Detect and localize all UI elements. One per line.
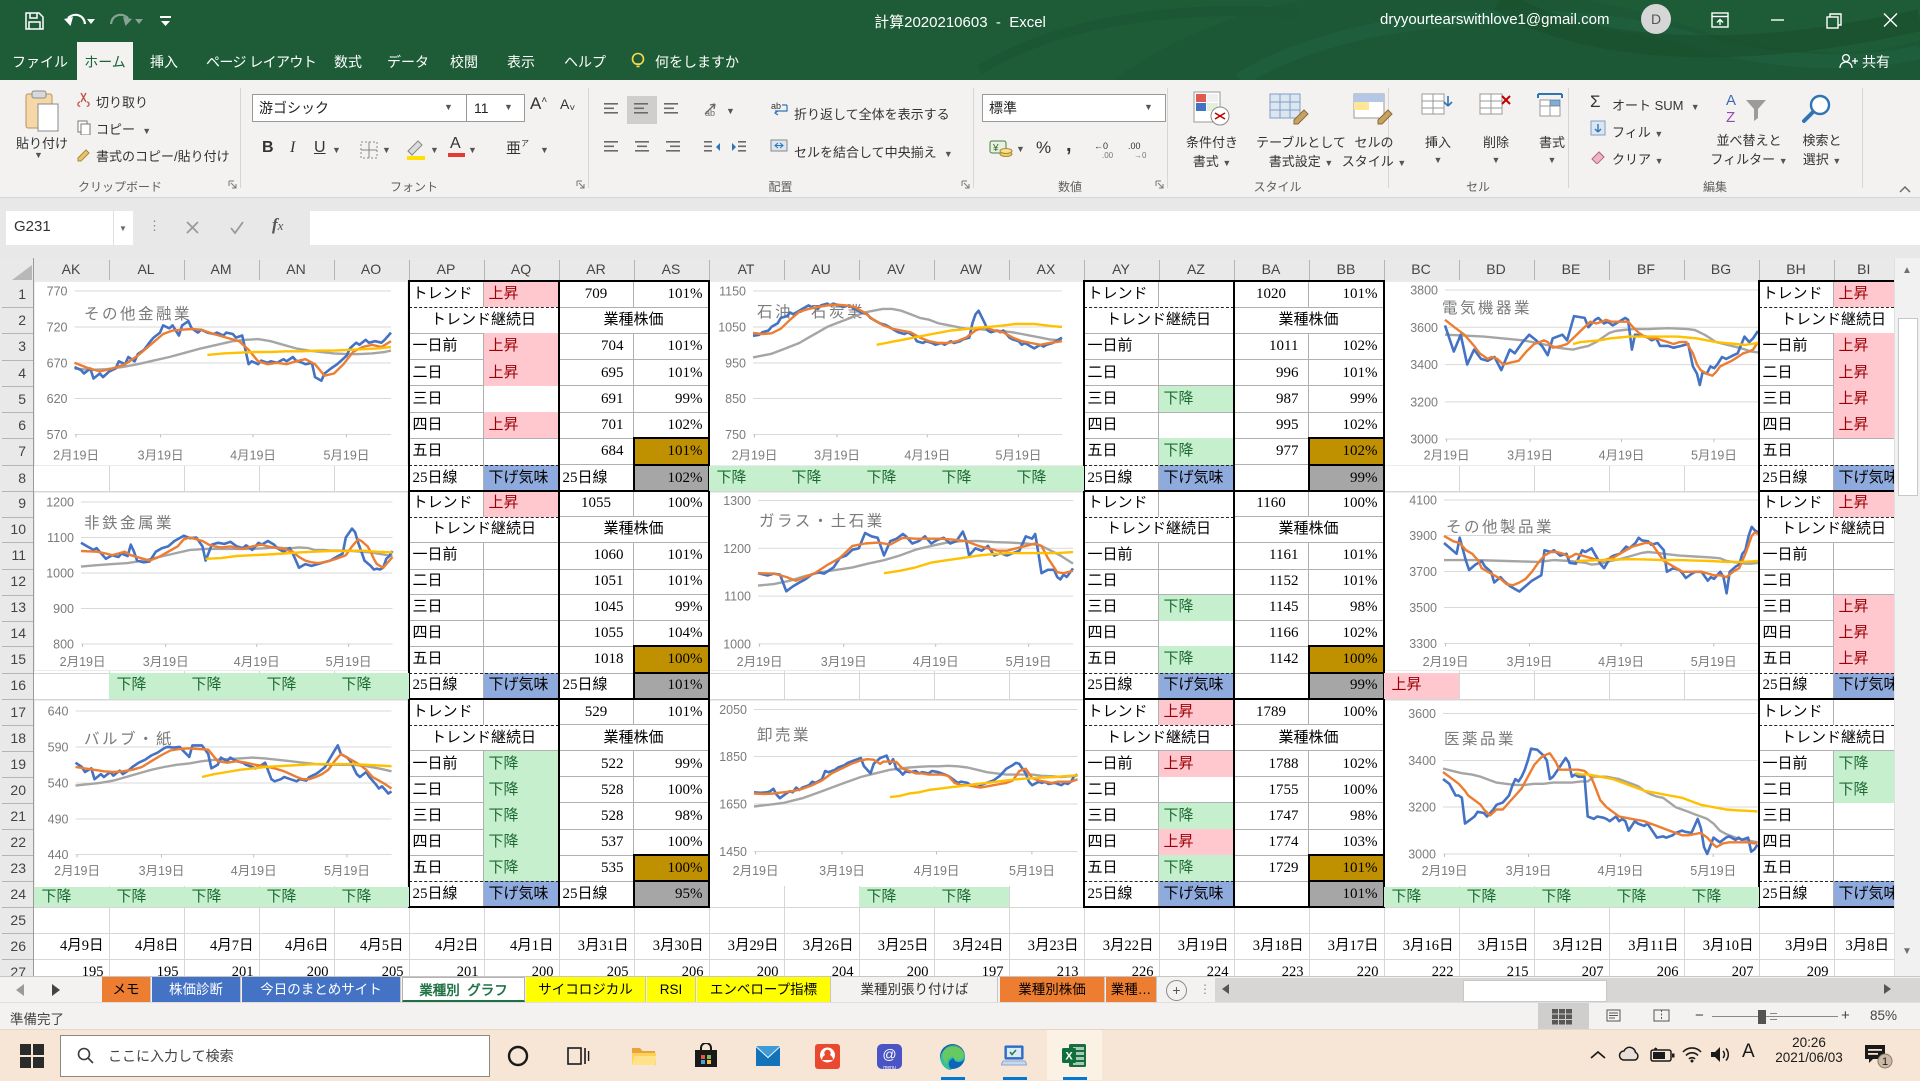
- svg-text:その他製品業: その他製品業: [1446, 518, 1554, 536]
- svg-text:3400: 3400: [1408, 754, 1436, 768]
- svg-text:620: 620: [46, 392, 67, 406]
- svg-text:670: 670: [46, 357, 67, 371]
- svg-text:→0: →0: [1134, 151, 1147, 160]
- svg-text:1650: 1650: [719, 797, 747, 811]
- svg-text:3月19日: 3月19日: [820, 655, 866, 669]
- svg-text:4月19日: 4月19日: [233, 655, 279, 669]
- svg-text:1850: 1850: [719, 750, 747, 764]
- svg-text:4月19日: 4月19日: [1598, 655, 1644, 669]
- svg-text:5月19日: 5月19日: [1008, 864, 1054, 878]
- svg-text:.00: .00: [1128, 141, 1141, 151]
- svg-text:1300: 1300: [723, 494, 751, 508]
- svg-text:1200: 1200: [723, 541, 751, 555]
- svg-text:2月19日: 2月19日: [53, 449, 99, 463]
- svg-text:1100: 1100: [47, 531, 74, 545]
- svg-text:5月19日: 5月19日: [1690, 449, 1736, 463]
- svg-text:950: 950: [725, 357, 746, 371]
- svg-text:1450: 1450: [719, 845, 747, 859]
- svg-text:1100: 1100: [724, 589, 751, 603]
- svg-text:3500: 3500: [1409, 601, 1437, 615]
- svg-text:490: 490: [47, 812, 68, 826]
- svg-text:3200: 3200: [1410, 395, 1438, 409]
- svg-text:3月19日: 3月19日: [814, 449, 860, 463]
- svg-text:750: 750: [725, 428, 746, 442]
- svg-text:800: 800: [53, 637, 74, 651]
- svg-text:4月19日: 4月19日: [913, 864, 959, 878]
- svg-text:4月19日: 4月19日: [1597, 864, 1643, 878]
- svg-text:3月19日: 3月19日: [138, 864, 184, 878]
- svg-text:¥: ¥: [992, 143, 999, 154]
- svg-text:570: 570: [46, 428, 67, 442]
- svg-text:1150: 1150: [719, 285, 746, 299]
- svg-text:2月19日: 2月19日: [731, 449, 777, 463]
- svg-text:.00: .00: [1102, 151, 1114, 160]
- svg-text:640: 640: [47, 704, 68, 718]
- svg-text:3月19日: 3月19日: [1506, 655, 1552, 669]
- svg-text:900: 900: [53, 602, 74, 616]
- svg-text:←0: ←0: [1094, 141, 1108, 151]
- svg-text:5月19日: 5月19日: [1005, 655, 1051, 669]
- svg-text:2050: 2050: [719, 703, 747, 717]
- svg-text:590: 590: [47, 740, 68, 754]
- svg-text:X: X: [1065, 1051, 1073, 1063]
- svg-text:3900: 3900: [1409, 529, 1437, 543]
- svg-text:2月19日: 2月19日: [59, 655, 105, 669]
- svg-text:ab: ab: [705, 108, 715, 118]
- svg-text:3月19日: 3月19日: [1505, 864, 1551, 878]
- svg-text:3600: 3600: [1410, 321, 1438, 335]
- svg-text:720: 720: [46, 321, 67, 335]
- svg-text:3600: 3600: [1408, 707, 1436, 721]
- svg-text:2月19日: 2月19日: [54, 864, 100, 878]
- svg-text:1000: 1000: [46, 566, 74, 580]
- svg-text:2月19日: 2月19日: [1423, 449, 1469, 463]
- svg-text:3300: 3300: [1409, 637, 1437, 651]
- svg-text:4100: 4100: [1409, 493, 1437, 507]
- svg-text:4月19日: 4月19日: [230, 449, 276, 463]
- svg-text:5月19日: 5月19日: [325, 655, 371, 669]
- svg-text:4月19日: 4月19日: [230, 864, 276, 878]
- svg-text:4月19日: 4月19日: [904, 449, 950, 463]
- svg-text:1050: 1050: [718, 321, 746, 335]
- svg-text:3月19日: 3月19日: [1507, 449, 1553, 463]
- svg-text:3月19日: 3月19日: [137, 449, 183, 463]
- svg-text:医薬品業: 医薬品業: [1444, 730, 1516, 748]
- svg-text:1000: 1000: [723, 637, 751, 651]
- svg-text:その他金融業: その他金融業: [84, 305, 192, 323]
- svg-text:770: 770: [46, 285, 67, 299]
- svg-text:2月19日: 2月19日: [1421, 864, 1467, 878]
- svg-text:3000: 3000: [1408, 847, 1436, 861]
- svg-text:3400: 3400: [1410, 358, 1438, 372]
- svg-text:ab: ab: [771, 101, 781, 111]
- svg-text:4月19日: 4月19日: [1598, 449, 1644, 463]
- svg-text:3月19日: 3月19日: [819, 864, 865, 878]
- svg-text:非鉄金属業: 非鉄金属業: [84, 514, 174, 532]
- svg-text:5月19日: 5月19日: [995, 449, 1041, 463]
- svg-text:5月19日: 5月19日: [323, 864, 369, 878]
- svg-text:2月19日: 2月19日: [1422, 655, 1468, 669]
- svg-text:5月19日: 5月19日: [1690, 864, 1736, 878]
- svg-text:ガラス・土石業: ガラス・土石業: [759, 512, 885, 530]
- svg-text:2月19日: 2月19日: [736, 655, 782, 669]
- svg-text:卸売業: 卸売業: [757, 726, 811, 744]
- svg-text:バルブ・紙: バルブ・紙: [84, 729, 174, 748]
- svg-text:1200: 1200: [46, 495, 74, 509]
- svg-text:3800: 3800: [1410, 284, 1438, 298]
- svg-text:5月19日: 5月19日: [323, 449, 369, 463]
- svg-text:850: 850: [725, 392, 746, 406]
- svg-text:3000: 3000: [1410, 433, 1438, 447]
- svg-text:2月19日: 2月19日: [732, 864, 778, 878]
- svg-text:540: 540: [47, 776, 68, 790]
- svg-text:5月19日: 5月19日: [1690, 655, 1736, 669]
- svg-text:電気機器業: 電気機器業: [1442, 299, 1532, 317]
- svg-text:4月19日: 4月19日: [912, 655, 958, 669]
- svg-text:3月19日: 3月19日: [142, 655, 188, 669]
- svg-text:440: 440: [47, 848, 68, 862]
- svg-text:3200: 3200: [1408, 800, 1436, 814]
- svg-text:1: 1: [1882, 1056, 1888, 1068]
- svg-text:3700: 3700: [1409, 565, 1437, 579]
